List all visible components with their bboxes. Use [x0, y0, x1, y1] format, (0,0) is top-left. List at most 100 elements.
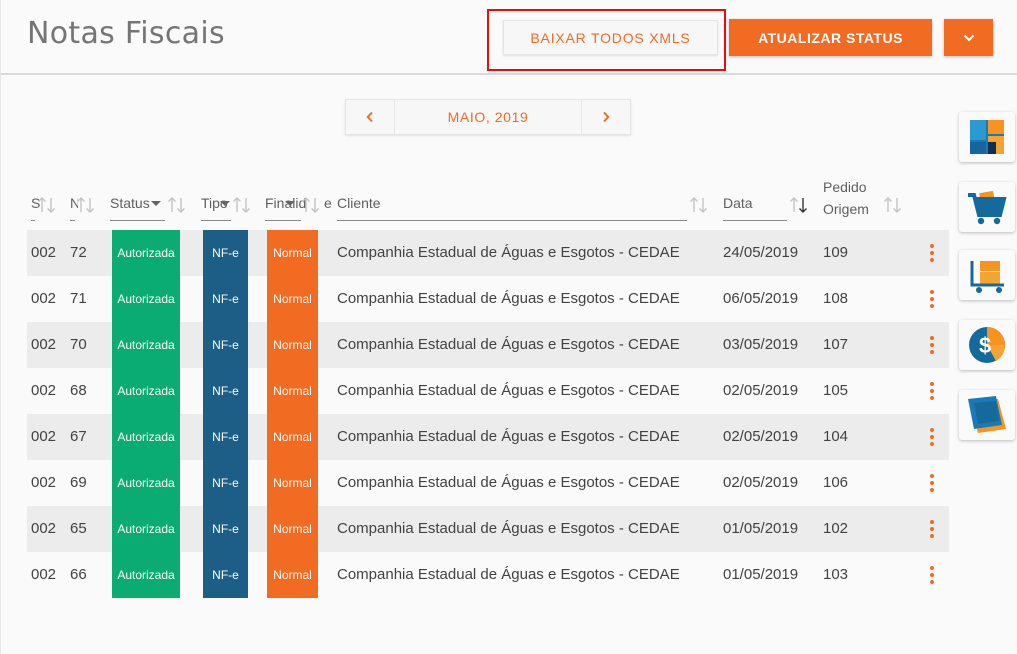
- cell-cliente: Companhia Estadual de Águas e Esgotos - …: [337, 382, 680, 399]
- finalidade-badge: Normal: [267, 276, 318, 322]
- shopping-cart-app-icon: [968, 190, 1007, 225]
- cell-pedido-origem: 108: [823, 290, 849, 307]
- cell-cliente: Companhia Estadual de Águas e Esgotos - …: [337, 428, 680, 445]
- shopping-cart-app-icon[interactable]: [959, 182, 1015, 232]
- table-row[interactable]: 002 66 Autorizada NF-e Normal Companhia Estad…: [27, 552, 949, 598]
- tipo-badge: NF-e: [203, 368, 248, 414]
- next-month-button[interactable]: [582, 100, 630, 134]
- cell-numero: 66: [70, 566, 87, 583]
- more-options-icon[interactable]: [925, 289, 939, 309]
- cell-serie: 002: [31, 566, 57, 583]
- cell-serie: 002: [31, 474, 57, 491]
- filter-underline: [110, 220, 165, 221]
- sort-icon[interactable]: [167, 196, 187, 214]
- more-options-icon[interactable]: [925, 473, 939, 493]
- finalidade-badge: Normal: [267, 506, 318, 552]
- cell-cliente: Companhia Estadual de Águas e Esgotos - …: [337, 244, 680, 261]
- table-row[interactable]: 002 69 Autorizada NF-e Normal Companhia Estad…: [27, 460, 949, 506]
- chevron-right-icon: [603, 111, 610, 123]
- cell-numero: 67: [70, 428, 87, 445]
- more-actions-dropdown-button[interactable]: [944, 19, 993, 56]
- download-all-xmls-button[interactable]: BAIXAR TODOS XMLS: [503, 20, 718, 55]
- column-header-cliente[interactable]: Cliente: [337, 195, 397, 211]
- table-row[interactable]: 002 65 Autorizada NF-e Normal Companhia Estad…: [27, 506, 949, 552]
- sort-icon[interactable]: [37, 196, 57, 214]
- sort-icon[interactable]: [883, 196, 903, 214]
- status-badge: Autorizada: [112, 230, 180, 276]
- cart-boxes-app-icon[interactable]: [959, 250, 1015, 300]
- finalidade-badge: Normal: [267, 368, 318, 414]
- dashboard-app-icon: [970, 120, 1004, 154]
- table-row[interactable]: 002 70 Autorizada NF-e Normal Companhia Estad…: [27, 322, 949, 368]
- column-header-finalidade-tail: e: [324, 195, 332, 211]
- cell-serie: 002: [31, 382, 57, 399]
- tipo-badge: NF-e: [203, 506, 248, 552]
- more-options-icon[interactable]: [925, 565, 939, 585]
- cell-data: 03/05/2019: [723, 336, 799, 353]
- page-header: Notas Fiscais BAIXAR TODOS XMLS ATUALIZA…: [1, 0, 1017, 75]
- current-month-label: MAIO, 2019: [394, 100, 582, 134]
- more-options-icon[interactable]: [925, 519, 939, 539]
- dropdown-arrow-icon[interactable]: [151, 201, 161, 207]
- chevron-left-icon: [366, 111, 373, 123]
- cell-pedido-origem: 105: [823, 382, 849, 399]
- cell-data: 01/05/2019: [723, 566, 799, 583]
- sort-icon[interactable]: [301, 196, 321, 214]
- more-options-icon[interactable]: [925, 243, 939, 263]
- finance-dollar-app-icon[interactable]: $: [959, 320, 1015, 370]
- svg-text:$: $: [979, 333, 991, 358]
- cell-pedido-origem: 106: [823, 474, 849, 491]
- tipo-badge: NF-e: [203, 414, 248, 460]
- dropdown-arrow-icon[interactable]: [285, 201, 295, 207]
- sort-icon[interactable]: [76, 196, 96, 214]
- table-row[interactable]: 002 68 Autorizada NF-e Normal Companhia Estad…: [27, 368, 949, 414]
- column-header-data[interactable]: Data: [723, 195, 763, 211]
- cell-numero: 72: [70, 244, 87, 261]
- previous-month-button[interactable]: [346, 100, 394, 134]
- finance-dollar-app-icon: $: [969, 327, 1006, 363]
- dropdown-arrow-icon[interactable]: [220, 201, 230, 207]
- status-badge: Autorizada: [112, 322, 180, 368]
- filter-underline: [201, 220, 231, 221]
- more-options-icon[interactable]: [925, 427, 939, 447]
- finalidade-badge: Normal: [267, 460, 318, 506]
- cell-data: 06/05/2019: [723, 290, 799, 307]
- layers-app-icon: [968, 396, 1006, 433]
- cell-cliente: Companhia Estadual de Águas e Esgotos - …: [337, 474, 680, 491]
- finalidade-badge: Normal: [267, 414, 318, 460]
- cell-data: 02/05/2019: [723, 428, 799, 445]
- cell-serie: 002: [31, 336, 57, 353]
- tipo-badge: NF-e: [203, 322, 248, 368]
- cell-serie: 002: [31, 290, 57, 307]
- table-row[interactable]: 002 67 Autorizada NF-e Normal Companhia Estad…: [27, 414, 949, 460]
- more-options-icon[interactable]: [925, 381, 939, 401]
- more-options-icon[interactable]: [925, 335, 939, 355]
- invoices-table: 002 72 Autorizada NF-e Normal Companhia Estad…: [27, 230, 949, 598]
- cell-data: 01/05/2019: [723, 520, 799, 537]
- column-header-pedido-origem[interactable]: Pedido Origem: [823, 176, 878, 220]
- table-row[interactable]: 002 71 Autorizada NF-e Normal Companhia Estad…: [27, 276, 949, 322]
- status-badge: Autorizada: [112, 276, 180, 322]
- sort-icon[interactable]: [232, 196, 252, 214]
- cell-data: 02/05/2019: [723, 382, 799, 399]
- cell-cliente: Companhia Estadual de Águas e Esgotos - …: [337, 520, 680, 537]
- filter-underline: [723, 220, 787, 221]
- cell-cliente: Companhia Estadual de Águas e Esgotos - …: [337, 336, 680, 353]
- sort-desc-icon[interactable]: [789, 196, 809, 214]
- cell-serie: 002: [31, 428, 57, 445]
- sort-icon[interactable]: [689, 196, 709, 214]
- cell-serie: 002: [31, 520, 57, 537]
- filter-underline: [70, 220, 75, 221]
- status-badge: Autorizada: [112, 368, 180, 414]
- finalidade-badge: Normal: [267, 230, 318, 276]
- dashboard-app-icon[interactable]: [959, 112, 1015, 162]
- cell-pedido-origem: 104: [823, 428, 849, 445]
- filter-underline: [337, 220, 687, 221]
- status-badge: Autorizada: [112, 506, 180, 552]
- tipo-badge: NF-e: [203, 230, 248, 276]
- layers-app-icon[interactable]: [959, 390, 1015, 440]
- month-navigator: MAIO, 2019: [345, 99, 631, 135]
- cell-numero: 68: [70, 382, 87, 399]
- table-row[interactable]: 002 72 Autorizada NF-e Normal Companhia Estad…: [27, 230, 949, 276]
- update-status-button[interactable]: ATUALIZAR STATUS: [729, 19, 932, 56]
